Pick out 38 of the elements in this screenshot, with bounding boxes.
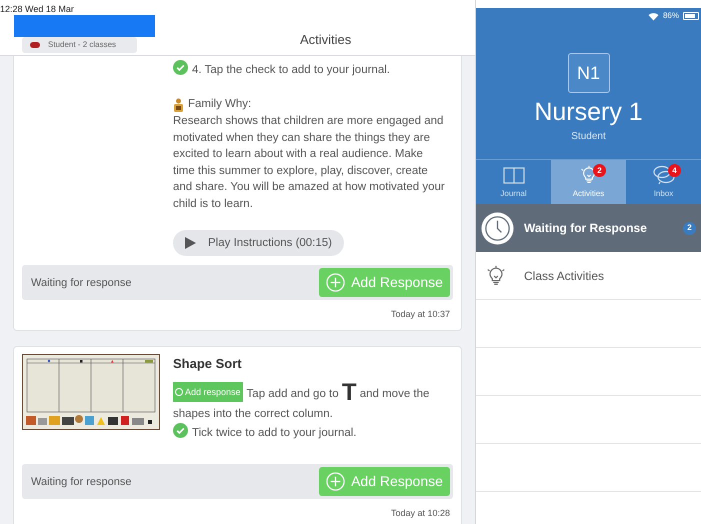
class-name: Nursery 1: [534, 97, 643, 127]
paragraph-text: Research shows that children are more engaged and motivated when they can share the things they are excited to learn about with a real audience. Make time this summer to explore, play, discover, create and share. You will be amazed at how motivated your child is to learn.: [173, 114, 446, 212]
book-icon: [502, 167, 524, 185]
play-instructions-button[interactable]: Play Instructions (00:15): [173, 230, 344, 256]
lightbulb-icon: [485, 264, 507, 286]
activity-title: Shape Sort: [173, 354, 243, 373]
notification-badge: 2: [593, 164, 606, 177]
page-title: Activities: [300, 31, 352, 49]
status-text: Waiting for response: [31, 276, 132, 290]
section-heading: Family Why:: [188, 97, 252, 112]
status-time: 12:28 Wed 18 Mar: [0, 3, 74, 16]
plus-circle-icon: [326, 273, 346, 292]
plus-circle-icon: [326, 472, 346, 492]
notification-badge: 4: [668, 164, 681, 177]
nav-tab[interactable]: Journal: [476, 160, 551, 204]
nav-tab[interactable]: Activities 2: [551, 160, 626, 204]
instruction-text: 4. Tap the check to add to your journal.: [173, 60, 447, 79]
figure-icon: [173, 98, 184, 112]
class-code-badge: N1: [568, 53, 610, 93]
class-role: Student: [571, 130, 606, 144]
battery-icon: [683, 12, 699, 20]
item-label: Waiting for Response: [524, 220, 648, 237]
instruction-text: Tick twice to add to your journal.: [173, 423, 447, 442]
sidebar-item[interactable]: Waiting for Response 2: [476, 204, 701, 252]
account-subtitle: Student - 2 classes: [48, 39, 116, 51]
avatar-icon: [30, 42, 40, 48]
count-badge: 2: [683, 222, 696, 234]
play-icon: [185, 237, 196, 250]
clock-icon: [481, 212, 514, 244]
check-icon: [173, 60, 188, 75]
check-icon: [173, 423, 188, 438]
item-label: Class Activities: [524, 268, 606, 284]
status-text: Waiting for response: [31, 474, 132, 490]
nav-tab[interactable]: Inbox 4: [626, 160, 701, 204]
timestamp: Today at 10:28: [390, 507, 450, 520]
wifi-icon: [648, 12, 659, 20]
battery-percent: 86%: [662, 10, 679, 22]
timestamp: Today at 10:37: [390, 308, 450, 322]
